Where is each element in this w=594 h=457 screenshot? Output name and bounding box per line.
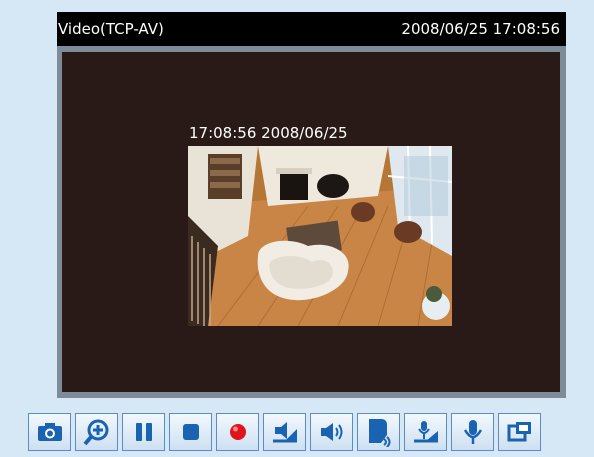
microphone-button[interactable] [451, 413, 494, 451]
volume-icon [272, 422, 297, 443]
video-datetime: 2008/06/25 17:08:56 [401, 20, 560, 38]
zoom-in-icon [82, 419, 108, 446]
digital-zoom-button[interactable] [75, 413, 118, 451]
talk-button[interactable] [404, 413, 447, 451]
video-title: Video(TCP-AV) [58, 20, 164, 38]
camera-icon [37, 423, 62, 441]
talk-icon [413, 421, 438, 443]
record-button[interactable] [216, 413, 259, 451]
mute-button[interactable] [357, 413, 400, 451]
pause-icon [135, 423, 152, 441]
snapshot-button[interactable] [28, 413, 71, 451]
video-frame [188, 146, 452, 326]
video-title-bar: Video(TCP-AV) 2008/06/25 17:08:56 [57, 12, 566, 46]
volume-button[interactable] [263, 413, 306, 451]
stop-icon [182, 424, 199, 440]
record-icon [229, 424, 246, 440]
fullscreen-icon [507, 422, 531, 442]
speaker-icon [320, 423, 342, 441]
pause-button[interactable] [122, 413, 165, 451]
camera-scene-image [188, 146, 452, 326]
mute-icon [368, 419, 390, 447]
video-overlay-timestamp: 17:08:56 2008/06/25 [183, 121, 453, 145]
speaker-button[interactable] [310, 413, 353, 451]
microphone-icon [463, 420, 482, 444]
stop-button[interactable] [169, 413, 212, 451]
video-stage[interactable]: 17:08:56 2008/06/25 [62, 52, 560, 392]
fullscreen-button[interactable] [498, 413, 541, 451]
player-toolbar [28, 413, 541, 451]
video-viewer: Video(TCP-AV) 2008/06/25 17:08:56 17:08:… [57, 12, 566, 398]
